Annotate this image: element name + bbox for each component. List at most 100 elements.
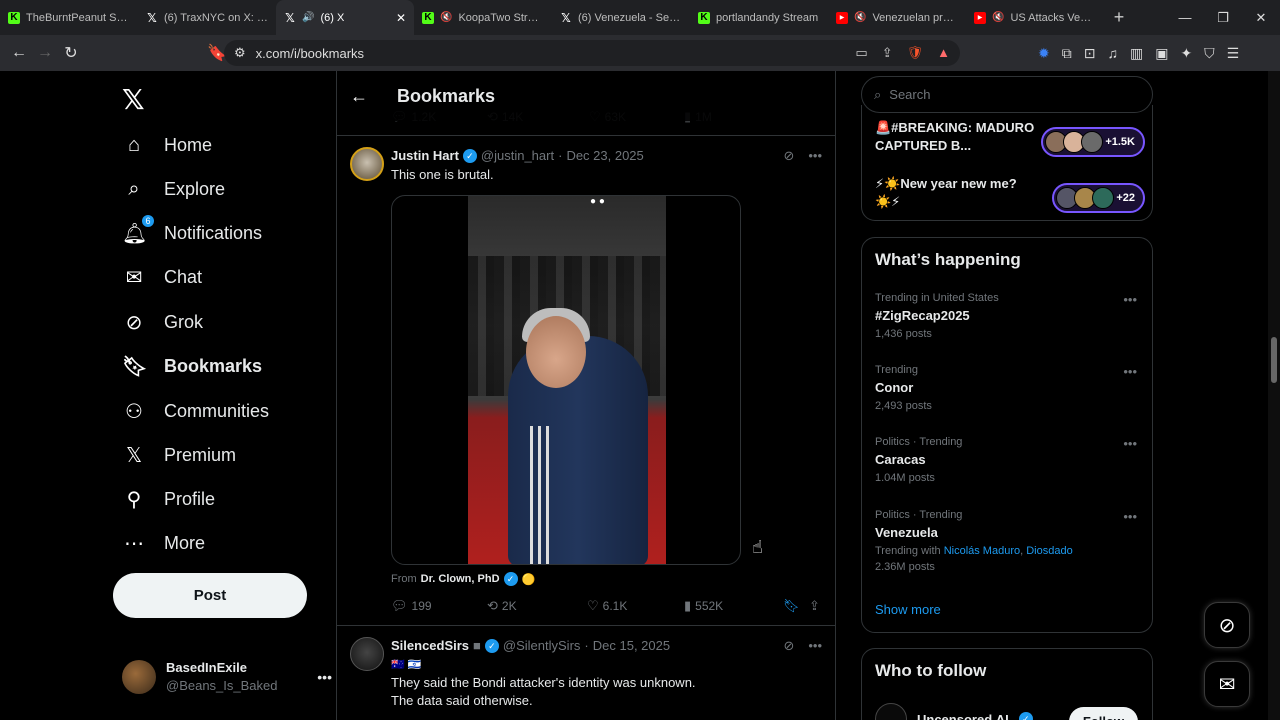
nav-profile[interactable]: ⚲ Profile: [122, 479, 215, 519]
show-more-link[interactable]: Show more: [875, 602, 941, 617]
related-link[interactable]: Nicolás Maduro: [944, 545, 1020, 557]
suggested-user[interactable]: Uncensored.AI ✓: [875, 703, 1033, 720]
more-horizontal-icon[interactable]: •••: [1123, 509, 1137, 524]
tweet-author-name[interactable]: Justin Hart: [391, 148, 459, 163]
more-horizontal-icon[interactable]: •••: [1123, 364, 1137, 379]
views-button[interactable]: ▮ 552K: [684, 598, 723, 614]
post-button[interactable]: Post: [113, 573, 307, 618]
site-info-icon[interactable]: ⚙: [234, 45, 246, 61]
trend-item[interactable]: Politics · Trending Venezuela Trending w…: [875, 507, 1145, 575]
screenshot-icon[interactable]: ⊡: [1084, 45, 1096, 62]
browser-tab[interactable]: ▶ 🔇 US Attacks Venez: [966, 0, 1104, 35]
address-bar[interactable]: ⚙ x.com/i/bookmarks ▭ ⇪ 🛡 ▲: [224, 40, 960, 66]
nav-more[interactable]: ⋯ More: [122, 523, 205, 563]
tweet-handle[interactable]: @justin_hart: [481, 148, 554, 163]
reply-button[interactable]: 💬︎ 199: [391, 598, 432, 614]
bookmark-button[interactable]: 🔖︎: [783, 598, 800, 614]
messages-fab[interactable]: ✉: [1204, 661, 1250, 707]
tweet-handle[interactable]: @SilentlySirs: [503, 638, 581, 653]
more-horizontal-icon[interactable]: •••: [808, 148, 822, 164]
browser-tab[interactable]: Kportlandandy Stream: [690, 0, 828, 35]
back-arrow-icon[interactable]: ←: [6, 44, 32, 62]
brave-rewards-icon[interactable]: ▲: [937, 45, 950, 61]
tweet-date[interactable]: Dec 15, 2025: [593, 638, 670, 653]
nav-communities[interactable]: ⚇ Communities: [122, 391, 269, 431]
tweet-video[interactable]: ● ●: [391, 195, 741, 565]
close-window-icon[interactable]: ✕: [1242, 0, 1280, 35]
restore-icon[interactable]: ❐: [1204, 0, 1242, 35]
puzzle-icon[interactable]: ⧉: [1062, 45, 1072, 62]
muted-icon[interactable]: 🔇: [992, 12, 1004, 23]
wallet-icon[interactable]: ▣: [1155, 45, 1168, 62]
window-controls: — ❐ ✕: [1166, 0, 1280, 35]
brave-shields-icon[interactable]: 🛡: [907, 45, 924, 61]
grok-icon[interactable]: ⊘: [783, 638, 794, 654]
browser-toolbar: ← → ↻ 🔖 ⚙ x.com/i/bookmarks ▭ ⇪ 🛡 ▲ ✹ ⧉ …: [0, 35, 1280, 71]
reply-icon: 💬︎: [391, 598, 408, 613]
carousel-dots: ● ●: [590, 196, 605, 207]
repost-button[interactable]: ⟲ 2K: [487, 598, 517, 614]
space-listeners-pill[interactable]: +22: [1052, 183, 1145, 213]
tweet-date[interactable]: Dec 23, 2025: [566, 148, 643, 163]
space-item[interactable]: ⚡☀️New year new me? ☀️⚡ +22: [875, 175, 1145, 215]
muted-icon[interactable]: 🔇: [440, 12, 452, 23]
nav-home[interactable]: ⌂ Home: [122, 125, 212, 165]
nav-bookmarks[interactable]: 🔖︎ Bookmarks: [122, 346, 262, 386]
like-button[interactable]: ♡ 6.1K: [587, 598, 627, 614]
share-icon[interactable]: ⇪: [882, 45, 893, 61]
browser-tab[interactable]: 𝕏 (6) TraxNYC on X: "An: [138, 0, 276, 35]
nav-premium[interactable]: 𝕏 Premium: [122, 435, 236, 475]
new-tab-button[interactable]: +: [1104, 7, 1134, 28]
nav-grok[interactable]: ⊘ Grok: [122, 302, 203, 342]
browser-tab[interactable]: K TheBurntPeanut Strea: [0, 0, 138, 35]
leo-ai-icon[interactable]: ✦: [1180, 45, 1192, 62]
avatar[interactable]: [350, 147, 384, 181]
avatar[interactable]: [350, 637, 384, 671]
browser-tab[interactable]: ▶ 🔇 Venezuelan presid: [828, 0, 966, 35]
trend-item[interactable]: Trending in United States #ZigRecap2025 …: [875, 290, 1145, 342]
media-icon[interactable]: ♫: [1107, 45, 1118, 61]
vpn-icon[interactable]: ⛉: [1204, 45, 1215, 62]
nav-chat[interactable]: ✉ Chat: [122, 257, 202, 297]
muted-icon[interactable]: 🔇: [854, 12, 866, 23]
trend-item[interactable]: Trending Conor 2,493 posts •••: [875, 362, 1145, 414]
url-text[interactable]: x.com/i/bookmarks: [256, 46, 364, 61]
x-logo-icon[interactable]: 𝕏: [122, 83, 145, 116]
minimize-icon[interactable]: —: [1166, 0, 1204, 35]
scrollbar-thumb[interactable]: [1271, 337, 1277, 383]
trend-item[interactable]: Politics · Trending Caracas 1.04M posts …: [875, 434, 1145, 486]
back-arrow-icon[interactable]: ←: [337, 86, 381, 107]
grok-fab[interactable]: ⊘: [1204, 602, 1250, 648]
extension-icon[interactable]: ✹: [1038, 45, 1050, 62]
browser-tab[interactable]: 𝕏 (6) Venezuela - Searc: [552, 0, 690, 35]
more-horizontal-icon[interactable]: •••: [1123, 292, 1137, 307]
sidebar-icon[interactable]: ▥: [1130, 45, 1143, 62]
share-button[interactable]: ⇪: [809, 598, 820, 614]
speaker-icon[interactable]: 🔊: [302, 12, 314, 23]
more-horizontal-icon[interactable]: •••: [1123, 436, 1137, 451]
close-tab-icon[interactable]: ✕: [396, 11, 406, 25]
more-horizontal-icon[interactable]: •••: [317, 669, 332, 685]
tweet-author-name[interactable]: SilencedSirs: [391, 638, 469, 653]
space-listeners-pill[interactable]: +1.5K: [1041, 127, 1145, 157]
forward-arrow-icon[interactable]: →: [32, 44, 58, 62]
follow-button[interactable]: Follow: [1068, 707, 1138, 720]
account-switcher[interactable]: BasedInExile @Beans_Is_Baked •••: [122, 655, 332, 699]
page-scrollbar[interactable]: [1268, 71, 1280, 720]
related-link[interactable]: Diosdado: [1026, 545, 1072, 557]
more-horizontal-icon[interactable]: •••: [808, 638, 822, 654]
browser-tab[interactable]: K 🔇 KoopaTwo Stream: [414, 0, 552, 35]
tweet[interactable]: SilencedSirs ■ ✓ @SilentlySirs · Dec 15,…: [337, 626, 835, 720]
nav-notifications[interactable]: 🔔︎ 6 Notifications: [122, 213, 262, 253]
search-input[interactable]: [889, 87, 1130, 102]
nav-explore[interactable]: ⌕ Explore: [122, 169, 225, 209]
cast-icon[interactable]: ▭: [855, 45, 867, 61]
from-source-link[interactable]: Dr. Clown, PhD: [421, 573, 500, 585]
grok-icon[interactable]: ⊘: [783, 148, 794, 164]
avatar: [122, 660, 156, 694]
menu-icon[interactable]: ☰: [1227, 45, 1240, 62]
space-item[interactable]: 🚨#BREAKING: MADURO CAPTURED B... +1.5K: [875, 119, 1145, 159]
reload-icon[interactable]: ↻: [58, 43, 84, 63]
search-box[interactable]: ⌕: [861, 76, 1153, 113]
browser-tab-active[interactable]: 𝕏 🔊 (6) X ✕: [276, 0, 414, 35]
